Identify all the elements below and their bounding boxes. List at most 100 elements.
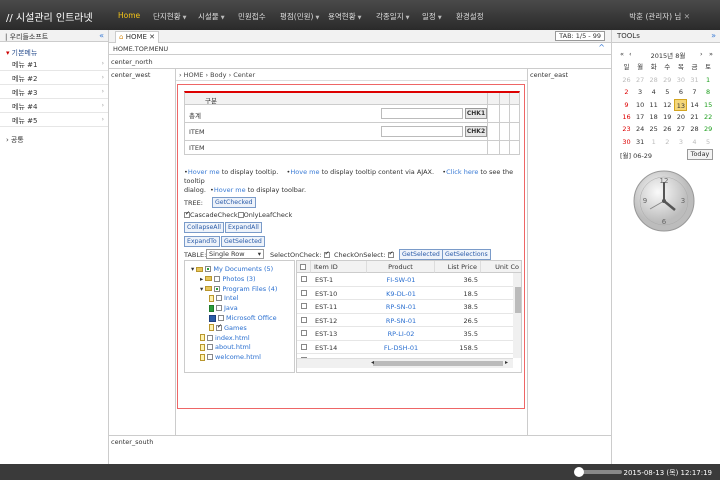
nav-item-5[interactable]: 용역현황 ▼: [328, 11, 361, 22]
grid-header-checkbox[interactable]: [297, 261, 311, 273]
calendar-day[interactable]: 27: [634, 74, 647, 86]
calendar-day[interactable]: 10: [634, 99, 647, 111]
nav-item-8[interactable]: 환경설정: [456, 11, 484, 22]
tree-node[interactable]: ▾ My Documents (5): [191, 265, 273, 274]
nav-item-3[interactable]: 민원접수: [238, 11, 266, 22]
select-all-checkbox[interactable]: [300, 264, 306, 270]
item-input[interactable]: [381, 126, 463, 137]
collapse-up-icon[interactable]: ^: [598, 43, 605, 52]
calendar-day[interactable]: 8: [702, 86, 715, 98]
calendar-day[interactable]: 4: [647, 86, 660, 98]
horizontal-scrollbar[interactable]: ◂ ▸: [297, 358, 513, 368]
scroll-thumb[interactable]: [515, 287, 521, 313]
check-on-select-option[interactable]: CheckOnSelect:: [334, 250, 394, 259]
nav-item-1[interactable]: 단지현황 ▼: [153, 11, 186, 22]
total-input[interactable]: [381, 108, 463, 119]
get-selections-button[interactable]: GetSelections: [442, 249, 491, 260]
calendar-day[interactable]: 2: [661, 136, 674, 148]
user-info[interactable]: 박훈 (관리자) 님 ✕: [629, 11, 690, 22]
tree-checkbox[interactable]: [214, 275, 221, 282]
toolbar-tooltip-link[interactable]: Hover me: [214, 186, 246, 194]
chk2-button[interactable]: CHK2: [465, 126, 487, 137]
sidebar-item-menu-2[interactable]: 메뉴 #2 ›: [0, 71, 108, 85]
calendar-day[interactable]: 21: [688, 111, 701, 123]
tree-checkbox[interactable]: [207, 334, 213, 341]
select-on-check-option[interactable]: SelectOnCheck:: [270, 250, 330, 259]
tree-node[interactable]: ▸ Photos (3): [200, 275, 256, 284]
today-button[interactable]: Today: [687, 149, 713, 160]
vertical-scrollbar[interactable]: [513, 273, 521, 358]
calendar-day[interactable]: 28: [647, 74, 660, 86]
sidebar-item-menu-5[interactable]: 메뉴 #5 ›: [0, 113, 108, 127]
tree-node[interactable]: welcome.html: [200, 353, 261, 362]
calendar-prev-month-icon[interactable]: ‹: [629, 50, 632, 58]
tree-checkbox[interactable]: [216, 323, 222, 331]
calendar-prev-year-icon[interactable]: «: [620, 50, 624, 58]
table-row[interactable]: EST-14 FL-DSH-01 158.5: [297, 341, 513, 354]
grid-header-list-price[interactable]: List Price: [435, 261, 481, 273]
tools-collapse-icon[interactable]: »: [711, 31, 716, 40]
expand-to-button[interactable]: ExpandTo: [184, 236, 220, 247]
calendar-day[interactable]: 4: [688, 136, 701, 148]
scroll-thumb[interactable]: [373, 361, 503, 366]
logout-icon[interactable]: ✕: [684, 12, 690, 21]
scroll-right-icon[interactable]: ▸: [505, 359, 508, 366]
ajax-tooltip-link[interactable]: Hove me: [290, 168, 319, 176]
hover-tooltip-link[interactable]: Hover me: [188, 168, 220, 176]
tree-checkbox[interactable]: [214, 285, 221, 292]
cascade-check-option[interactable]: CascadeCheck OnlyLeafCheck: [184, 210, 292, 219]
calendar-day[interactable]: 25: [647, 123, 660, 135]
calendar-day[interactable]: 3: [634, 86, 647, 98]
grid-header-item-id[interactable]: Item ID: [311, 261, 367, 273]
calendar-day[interactable]: 23: [620, 123, 633, 135]
table-row[interactable]: EST-10 K9-DL-01 18.5: [297, 287, 513, 300]
calendar-next-year-icon[interactable]: »: [709, 50, 713, 58]
row-checkbox[interactable]: [301, 316, 307, 323]
calendar-day[interactable]: 29: [702, 123, 715, 135]
cascade-checkbox[interactable]: [184, 210, 190, 218]
calendar-day[interactable]: 26: [661, 123, 674, 135]
tree-get-selected-button[interactable]: GetSelected: [221, 236, 265, 247]
calendar-day[interactable]: 5: [702, 136, 715, 148]
tab-home[interactable]: ⌂ HOME ✕: [115, 31, 159, 43]
nav-item-2[interactable]: 시설물 ▼: [198, 11, 225, 22]
calendar-day[interactable]: 5: [661, 86, 674, 98]
calendar-day[interactable]: 15: [702, 99, 715, 111]
calendar-day[interactable]: 1: [647, 136, 660, 148]
expand-all-button[interactable]: ExpandAll: [225, 222, 262, 233]
calendar-day[interactable]: 29: [661, 74, 674, 86]
tree-node[interactable]: Intel: [209, 294, 238, 303]
calendar-day[interactable]: 20: [674, 111, 687, 123]
calendar-month-label[interactable]: 2015년 8월: [646, 50, 690, 60]
calendar-day[interactable]: 16: [620, 111, 633, 123]
slider-knob[interactable]: [574, 467, 584, 477]
calendar-day[interactable]: 17: [634, 111, 647, 123]
nav-item-4[interactable]: 평점(민원) ▼: [280, 11, 319, 22]
tree-checkbox[interactable]: [207, 354, 213, 361]
check-on-select-checkbox[interactable]: [387, 250, 394, 258]
select-on-check-checkbox[interactable]: [323, 250, 330, 258]
tree-checkbox[interactable]: [207, 344, 213, 351]
row-checkbox[interactable]: [301, 276, 307, 282]
tree-node[interactable]: Java: [209, 304, 238, 313]
selection-mode-select[interactable]: Single Row ▾: [206, 249, 264, 259]
chk1-button[interactable]: CHK1: [465, 108, 487, 119]
table-get-selected-button[interactable]: GetSelected: [399, 249, 443, 260]
tree-checkbox[interactable]: [218, 315, 224, 321]
scroll-left-icon[interactable]: ◂: [371, 359, 374, 366]
nav-item-0[interactable]: Home: [118, 11, 140, 20]
sidebar-item-menu-3[interactable]: 메뉴 #3 ›: [0, 85, 108, 99]
tree-node[interactable]: ▾ Program Files (4): [200, 285, 277, 294]
sidebar-item-menu-1[interactable]: 메뉴 #1 ›: [0, 57, 108, 71]
calendar-day[interactable]: 22: [702, 111, 715, 123]
calendar-day[interactable]: 24: [634, 123, 647, 135]
nav-item-7[interactable]: 일정 ▼: [422, 11, 442, 22]
calendar-day[interactable]: 1: [702, 74, 715, 86]
tree-node[interactable]: about.html: [200, 343, 251, 352]
calendar-day[interactable]: 18: [647, 111, 660, 123]
calendar-next-month-icon[interactable]: ›: [700, 50, 703, 58]
grid-header-unit-cost[interactable]: Unit Co: [481, 261, 521, 273]
grid-header-product[interactable]: Product: [367, 261, 435, 273]
calendar-day[interactable]: 13: [674, 98, 688, 111]
table-row[interactable]: EST-11 RP-SN-01 38.5: [297, 300, 513, 314]
